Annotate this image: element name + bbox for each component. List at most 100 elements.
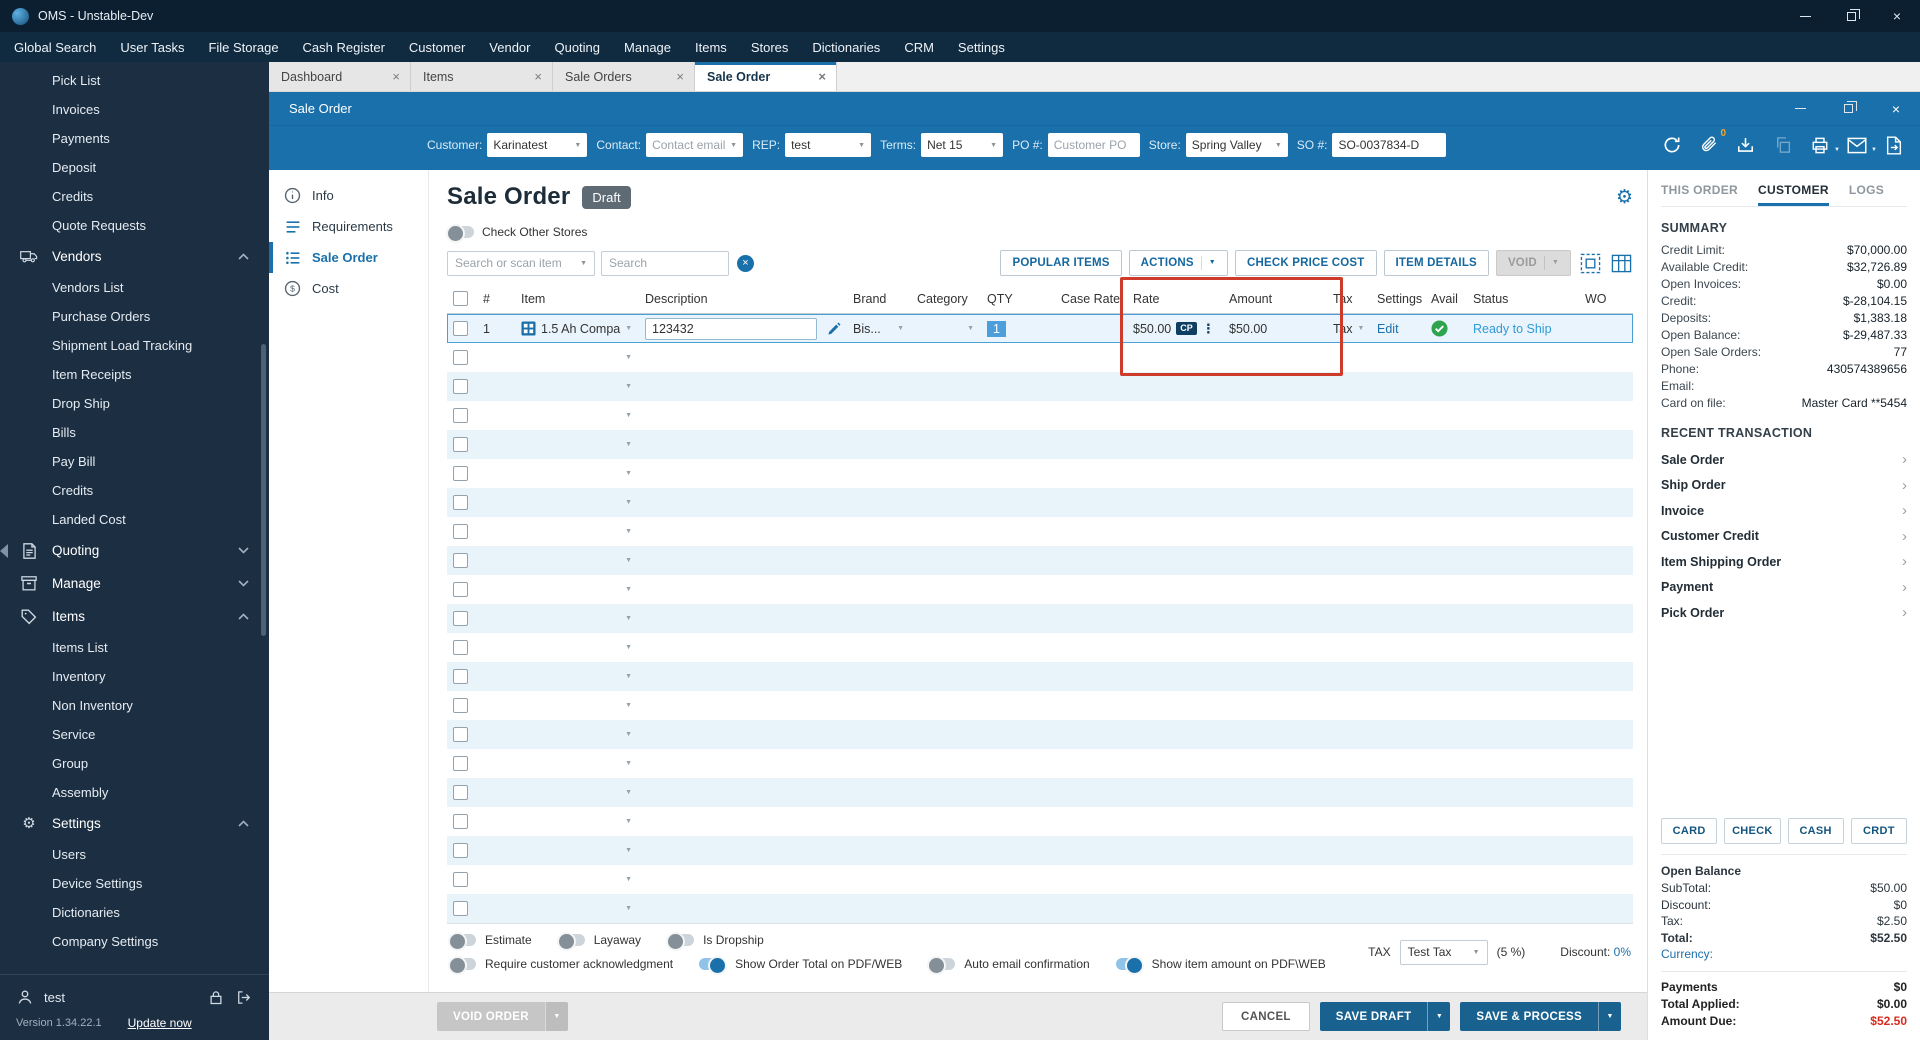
checkbox[interactable]	[453, 814, 468, 829]
table-row-empty[interactable]: ▼	[447, 807, 1633, 836]
status-link[interactable]: Ready to Ship	[1473, 322, 1552, 336]
checkbox[interactable]	[453, 437, 468, 452]
brand-cell[interactable]: Bis...▼	[847, 314, 911, 343]
row-checkbox[interactable]	[447, 314, 477, 343]
export-icon[interactable]	[1883, 135, 1904, 156]
grid-columns-icon[interactable]	[1609, 251, 1633, 275]
chevron-down-icon[interactable]: ▼	[625, 876, 632, 883]
gear-icon[interactable]: ⚙	[1616, 186, 1633, 209]
rep-select[interactable]: test▼	[785, 133, 871, 157]
qty-cell[interactable]: 1	[981, 314, 1055, 343]
edit-description-icon[interactable]	[827, 321, 842, 336]
sidebar-item-payments[interactable]: Payments	[0, 124, 269, 153]
inner-minimize-button[interactable]	[1776, 92, 1824, 125]
sidebar-item-invoices[interactable]: Invoices	[0, 95, 269, 124]
row-checkbox[interactable]	[447, 604, 477, 633]
checkbox[interactable]	[453, 727, 468, 742]
toolbar-item-details-button[interactable]: ITEM DETAILS	[1384, 250, 1489, 276]
chevron-down-icon[interactable]: ▼	[545, 1002, 568, 1031]
header-checkbox[interactable]	[447, 284, 477, 313]
table-row-empty[interactable]: ▼	[447, 865, 1633, 894]
chevron-down-icon[interactable]: ▼	[625, 441, 632, 448]
discount-value[interactable]: 0%	[1614, 945, 1631, 959]
table-row-empty[interactable]: ▼	[447, 575, 1633, 604]
recent-customer-credit[interactable]: Customer Credit›	[1661, 524, 1907, 550]
toggle-layaway[interactable]	[558, 934, 585, 946]
toggle-is-dropship[interactable]	[667, 934, 694, 946]
lock-icon[interactable]	[207, 988, 225, 1006]
recent-payment[interactable]: Payment›	[1661, 575, 1907, 601]
clear-search-icon[interactable]: ×	[737, 255, 754, 272]
row-checkbox[interactable]	[447, 778, 477, 807]
sidebar-item-service[interactable]: Service	[0, 720, 269, 749]
menu-settings[interactable]: Settings	[958, 40, 1005, 55]
toolbar-popular-items-button[interactable]: POPULAR ITEMS	[1000, 250, 1121, 276]
chevron-down-icon[interactable]: ▼	[625, 354, 632, 361]
void-order-button[interactable]: VOID ORDER ▼	[437, 1002, 568, 1031]
checkbox[interactable]	[453, 495, 468, 510]
nav-cost[interactable]: $Cost	[269, 273, 428, 304]
download-icon[interactable]	[1735, 135, 1756, 156]
checkbox[interactable]	[453, 408, 468, 423]
sidebar-item-item-receipts[interactable]: Item Receipts	[0, 360, 269, 389]
sidebar-item-group[interactable]: Group	[0, 749, 269, 778]
chevron-down-icon[interactable]: ▼	[625, 702, 632, 709]
row-checkbox[interactable]	[447, 343, 477, 372]
case-rate-cell[interactable]	[1055, 314, 1127, 343]
close-tab-icon[interactable]: ×	[676, 69, 684, 84]
checkbox[interactable]	[453, 350, 468, 365]
qty-value[interactable]: 1	[987, 321, 1006, 337]
recent-sale-order[interactable]: Sale Order›	[1661, 447, 1907, 473]
sidebar-item-inventory[interactable]: Inventory	[0, 662, 269, 691]
chevron-down-icon[interactable]: ▼	[1834, 147, 1840, 153]
menu-crm[interactable]: CRM	[904, 40, 934, 55]
menu-cash-register[interactable]: Cash Register	[303, 40, 385, 55]
save-process-button[interactable]: SAVE & PROCESS ▼	[1460, 1002, 1621, 1031]
category-cell[interactable]: ▼	[911, 314, 981, 343]
chevron-down-icon[interactable]: ▼	[625, 586, 632, 593]
row-checkbox[interactable]	[447, 633, 477, 662]
sidebar-item-landed-cost[interactable]: Landed Cost	[0, 505, 269, 534]
status-cell[interactable]: Ready to Ship	[1467, 314, 1579, 343]
table-row-empty[interactable]: ▼	[447, 372, 1633, 401]
toggle-show-item-amount-on-pdf-web[interactable]	[1116, 958, 1143, 970]
check-other-stores-toggle[interactable]	[447, 226, 474, 238]
chevron-down-icon[interactable]: ▼	[625, 847, 632, 854]
sidebar-section-settings[interactable]: ⚙Settings	[0, 807, 269, 840]
sidebar-item-drop-ship[interactable]: Drop Ship	[0, 389, 269, 418]
chevron-down-icon[interactable]: ▼	[625, 818, 632, 825]
recent-item-shipping-order[interactable]: Item Shipping Order›	[1661, 549, 1907, 575]
inner-maximize-button[interactable]	[1824, 92, 1872, 125]
table-row-empty[interactable]: ▼	[447, 401, 1633, 430]
panel-tab-logs[interactable]: LOGS	[1849, 183, 1884, 206]
table-row-empty[interactable]: ▼	[447, 430, 1633, 459]
row-checkbox[interactable]	[447, 401, 477, 430]
rate-menu-icon[interactable]: ⋮	[1202, 321, 1215, 337]
po-input[interactable]: Customer PO	[1048, 133, 1140, 157]
currency-link[interactable]: Currency:	[1661, 946, 1907, 963]
table-row-empty[interactable]: ▼	[447, 546, 1633, 575]
recent-pick-order[interactable]: Pick Order›	[1661, 600, 1907, 626]
row-checkbox[interactable]	[447, 894, 477, 923]
chevron-down-icon[interactable]: ▼	[897, 325, 904, 332]
sync-icon[interactable]	[1661, 135, 1682, 156]
table-row[interactable]: 11.5 Ah Compa▼123432Bis...▼▼1$50.00CP⋮$5…	[447, 314, 1633, 343]
sidebar-item-credits[interactable]: Credits	[0, 476, 269, 505]
chevron-down-icon[interactable]: ▼	[625, 470, 632, 477]
table-row-empty[interactable]: ▼	[447, 749, 1633, 778]
checkbox[interactable]	[453, 321, 468, 336]
row-checkbox[interactable]	[447, 372, 477, 401]
tab-sale-order[interactable]: Sale Order×	[695, 62, 837, 91]
sidebar-item-device-settings[interactable]: Device Settings	[0, 869, 269, 898]
customer-select[interactable]: Karinatest▼	[487, 133, 587, 157]
sidebar-section-items[interactable]: Items	[0, 600, 269, 633]
chevron-down-icon[interactable]: ▼	[625, 615, 632, 622]
pay-card-button[interactable]: CARD	[1661, 818, 1717, 844]
table-row-empty[interactable]: ▼	[447, 662, 1633, 691]
chevron-down-icon[interactable]: ▼	[1357, 325, 1364, 332]
settings-cell[interactable]: Edit	[1371, 314, 1425, 343]
table-row-empty[interactable]: ▼	[447, 633, 1633, 662]
table-row-empty[interactable]: ▼	[447, 720, 1633, 749]
checkbox[interactable]	[453, 756, 468, 771]
sidebar-section-vendors[interactable]: Vendors	[0, 240, 269, 273]
